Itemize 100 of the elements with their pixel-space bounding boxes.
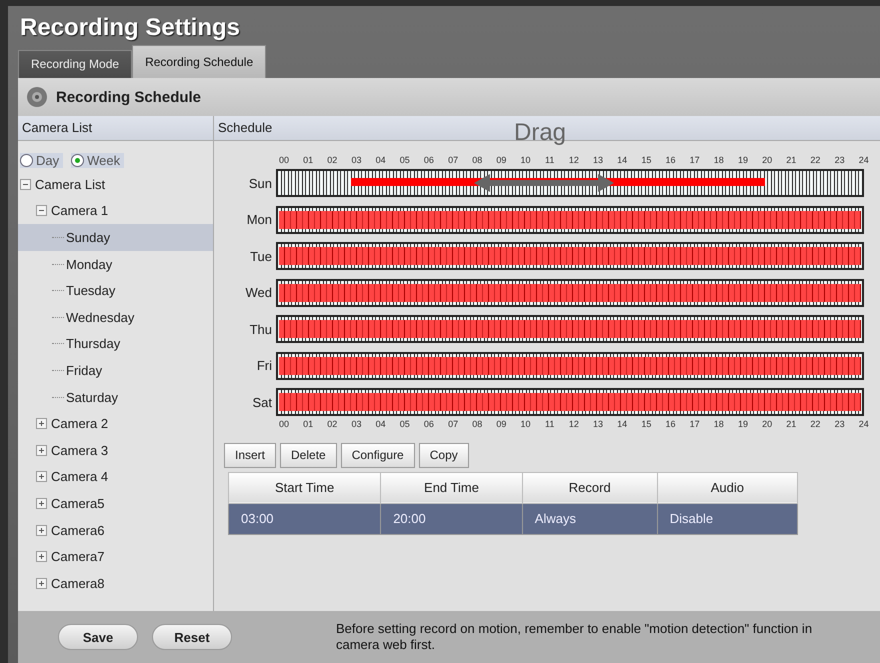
hour-label: 00 (278, 418, 290, 430)
hour-label: 23 (834, 418, 846, 430)
tree-item[interactable]: Camera List (18, 171, 213, 198)
tree-item[interactable]: Camera 2 (18, 410, 213, 437)
tree-item[interactable]: Camera7 (18, 543, 213, 570)
hour-label: 05 (398, 155, 411, 167)
column-header: End Time (380, 472, 522, 503)
hour-label: 21 (785, 418, 798, 430)
hour-label: 09 (495, 155, 508, 167)
day-label: Mon (246, 212, 273, 227)
note-text: Before setting record on motion, remember to enable "motion detection" function in camera web first. (336, 621, 814, 653)
hour-label: 03 (350, 418, 362, 430)
table-cell[interactable]: Disable (657, 503, 798, 534)
footer-button[interactable]: Save (58, 624, 138, 650)
hour-label: 11 (544, 418, 556, 430)
hour-label: 07 (447, 418, 460, 430)
tree-item[interactable]: Camera8 (18, 570, 213, 596)
radio-button[interactable]: Week (71, 152, 124, 168)
hour-label: 19 (736, 155, 749, 167)
hour-label: 06 (422, 418, 435, 430)
schedule-track[interactable] (276, 206, 864, 234)
panel-title: Recording Schedule (56, 88, 202, 106)
expand-icon[interactable] (36, 418, 47, 430)
hour-label: 05 (398, 418, 411, 430)
hour-label: 13 (592, 418, 604, 430)
tab[interactable]: Recording Mode (18, 50, 132, 78)
expand-icon[interactable] (36, 471, 47, 482)
day-label: Fri (256, 358, 273, 373)
hour-label: 24 (858, 155, 870, 167)
tree-item[interactable]: Friday (18, 357, 213, 384)
hour-label: 20 (761, 418, 774, 430)
day-label: Thu (248, 322, 273, 336)
hour-label: 10 (520, 155, 532, 167)
expand-icon[interactable] (36, 524, 47, 536)
hour-label: 15 (640, 155, 652, 167)
expand-icon[interactable] (36, 498, 47, 509)
hour-label: 04 (374, 418, 387, 430)
radio-button[interactable]: Day (20, 152, 64, 168)
hour-label: 03 (350, 155, 362, 167)
schedule-track[interactable] (276, 352, 864, 380)
hour-label: 01 (302, 418, 314, 430)
tree-item[interactable]: Wednesday (18, 304, 213, 331)
hour-label: 06 (422, 155, 435, 167)
hour-label: 23 (834, 155, 846, 167)
hour-label: 20 (761, 155, 774, 167)
toolbar-button[interactable]: Insert (224, 442, 276, 468)
schedule-track[interactable] (276, 278, 864, 306)
footer-button[interactable]: Reset (152, 624, 232, 650)
expand-icon[interactable] (36, 578, 47, 589)
tab[interactable]: Recording Schedule (132, 45, 266, 78)
tree-item[interactable]: Saturday (18, 384, 213, 410)
tree-item[interactable]: Camera5 (18, 490, 213, 517)
schedule-track[interactable] (276, 388, 864, 416)
tree-item[interactable]: Camera 1 (18, 198, 213, 224)
table-cell[interactable]: 03:00 (228, 503, 381, 534)
hour-label: 21 (785, 155, 798, 167)
table-cell[interactable]: 20:00 (380, 503, 522, 534)
toolbar-button[interactable]: Copy (418, 442, 469, 468)
day-label: Tue (249, 248, 273, 264)
tree-item[interactable]: Camera 4 (18, 464, 213, 490)
hour-label: 17 (688, 155, 701, 167)
toolbar-button[interactable]: Delete (280, 442, 337, 468)
hour-label: 04 (374, 155, 387, 167)
schedule-track[interactable] (276, 242, 864, 270)
hour-label: 02 (326, 155, 338, 167)
drag-hint: Drag (514, 119, 566, 147)
hour-label: 13 (592, 155, 604, 167)
schedule-track[interactable] (276, 169, 864, 197)
camera-lens-icon (26, 86, 48, 108)
tree-item[interactable]: Camera 3 (18, 436, 213, 464)
tree-item[interactable]: Camera6 (18, 516, 213, 544)
hour-label: 18 (712, 418, 725, 430)
collapse-icon[interactable] (20, 178, 31, 190)
hour-label: 17 (688, 418, 701, 430)
day-label: Wed (244, 285, 273, 300)
hour-label: 14 (616, 155, 628, 167)
day-label: Sun (248, 176, 273, 190)
collapse-icon[interactable] (36, 205, 47, 216)
page-title: Recording Settings (19, 13, 242, 43)
expand-icon[interactable] (36, 551, 47, 562)
tree-item[interactable]: Monday (18, 250, 213, 278)
column-header: Audio (657, 472, 798, 503)
tree-item[interactable]: Sunday (18, 224, 213, 251)
column-header: Record (522, 472, 658, 503)
hour-label: 18 (712, 155, 725, 167)
hour-label: 15 (640, 418, 652, 430)
toolbar-button[interactable]: Configure (340, 442, 415, 468)
hour-label: 08 (471, 155, 484, 167)
hour-label: 16 (664, 155, 676, 167)
table-cell[interactable]: Always (522, 503, 658, 534)
hour-label: 11 (544, 155, 556, 167)
column-header: Start Time (228, 472, 381, 503)
tree-item[interactable]: Thursday (18, 330, 213, 358)
hour-label: 22 (809, 418, 822, 430)
tree-item[interactable]: Tuesday (18, 277, 213, 304)
hour-label: 09 (495, 418, 508, 430)
expand-icon[interactable] (36, 444, 47, 456)
hour-label: 22 (809, 155, 822, 167)
schedule-track[interactable] (276, 315, 864, 343)
hour-label: 02 (326, 418, 338, 430)
